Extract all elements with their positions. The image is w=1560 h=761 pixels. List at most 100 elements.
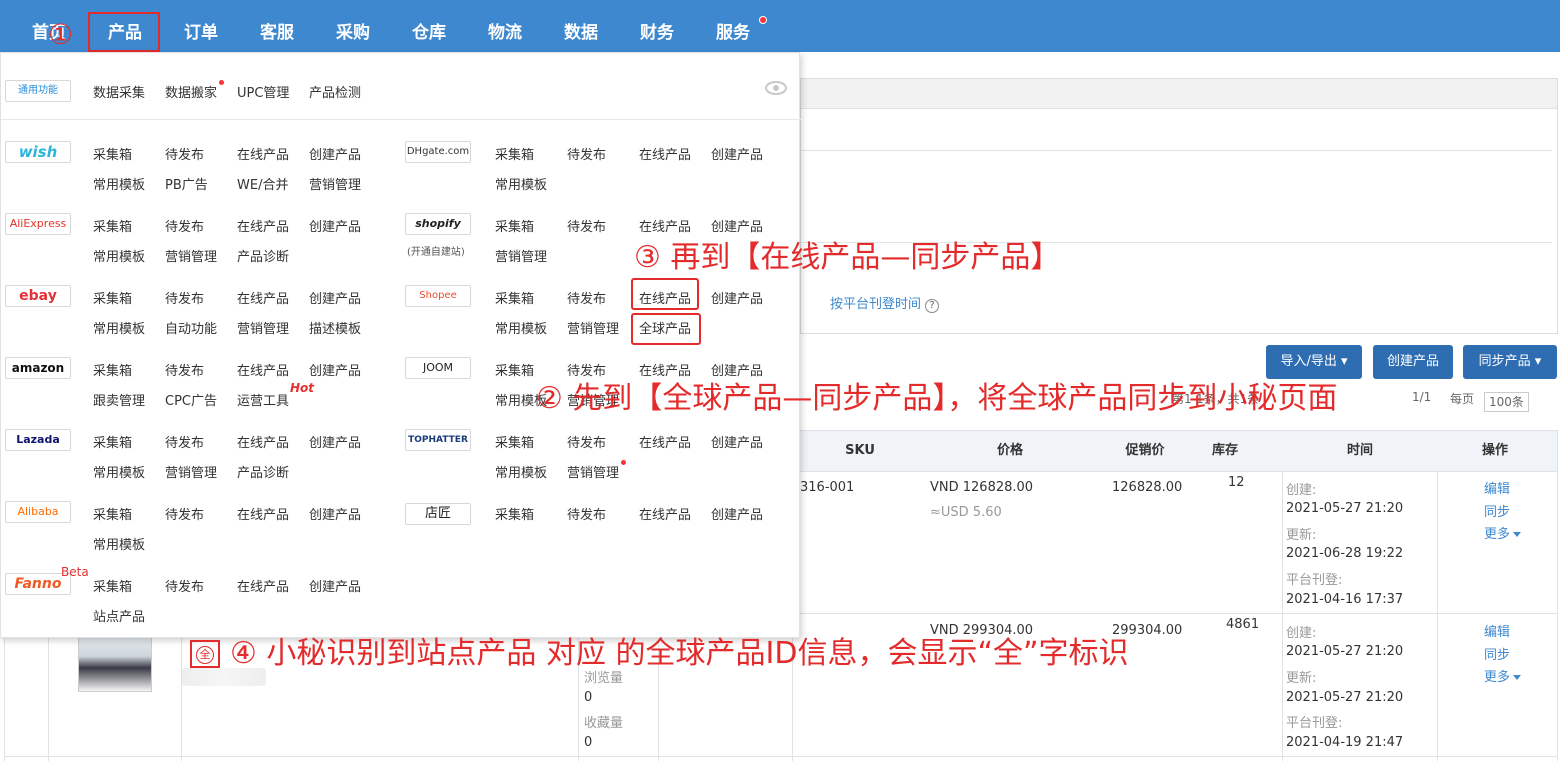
ebay-templates[interactable]: 常用模板 bbox=[93, 318, 145, 337]
amazon-follow-sell[interactable]: 跟卖管理 bbox=[93, 390, 145, 409]
fanno-create[interactable]: 创建产品 bbox=[309, 576, 361, 595]
shopify-marketing[interactable]: 营销管理 bbox=[495, 246, 547, 265]
nav-warehouse[interactable]: 仓库 bbox=[394, 0, 464, 52]
dianjiang-collect[interactable]: 采集箱 bbox=[495, 504, 534, 523]
lazada-online[interactable]: 在线产品 bbox=[237, 432, 289, 451]
lazada-templates[interactable]: 常用模板 bbox=[93, 462, 145, 481]
nav-data[interactable]: 数据 bbox=[546, 0, 616, 52]
fanno-pending[interactable]: 待发布 bbox=[165, 576, 204, 595]
dianjiang-pending[interactable]: 待发布 bbox=[567, 504, 606, 523]
filter-publish-time-link[interactable]: 按平台刊登时间? bbox=[830, 293, 940, 313]
fanno-site-products[interactable]: 站点产品 bbox=[93, 606, 145, 625]
amazon-collect[interactable]: 采集箱 bbox=[93, 360, 132, 379]
create-product-button[interactable]: 创建产品 bbox=[1373, 345, 1453, 379]
row2-more-link[interactable]: 更多 bbox=[1484, 666, 1522, 685]
import-export-label: 导入/导出 bbox=[1280, 354, 1337, 369]
nav-service[interactable]: 客服 bbox=[242, 0, 312, 52]
row1-edit-link[interactable]: 编辑 bbox=[1484, 478, 1510, 497]
fanno-collect[interactable]: 采集箱 bbox=[93, 576, 132, 595]
row2-sync-link[interactable]: 同步 bbox=[1484, 644, 1510, 663]
dianjiang-create[interactable]: 创建产品 bbox=[711, 504, 763, 523]
dhgate-online[interactable]: 在线产品 bbox=[639, 144, 691, 163]
sync-product-button[interactable]: 同步产品 ▾ bbox=[1463, 345, 1557, 379]
lazada-collect[interactable]: 采集箱 bbox=[93, 432, 132, 451]
ebay-description-templates[interactable]: 描述模板 bbox=[309, 318, 361, 337]
ebay-marketing[interactable]: 营销管理 bbox=[237, 318, 289, 337]
lazada-pending[interactable]: 待发布 bbox=[165, 432, 204, 451]
dhgate-collect[interactable]: 采集箱 bbox=[495, 144, 534, 163]
tophatter-pending[interactable]: 待发布 bbox=[567, 432, 606, 451]
nav-logistics[interactable]: 物流 bbox=[470, 0, 540, 52]
shopify-pending[interactable]: 待发布 bbox=[567, 216, 606, 235]
row1-more-link[interactable]: 更多 bbox=[1484, 523, 1522, 542]
wish-online[interactable]: 在线产品 bbox=[237, 144, 289, 163]
ebay-collect[interactable]: 采集箱 bbox=[93, 288, 132, 307]
wish-create[interactable]: 创建产品 bbox=[309, 144, 361, 163]
wish-pending[interactable]: 待发布 bbox=[165, 144, 204, 163]
dianjiang-online[interactable]: 在线产品 bbox=[639, 504, 691, 523]
menu-upc[interactable]: UPC管理 bbox=[237, 82, 289, 101]
amazon-pending[interactable]: 待发布 bbox=[165, 360, 204, 379]
ebay-online[interactable]: 在线产品 bbox=[237, 288, 289, 307]
lazada-marketing[interactable]: 营销管理 bbox=[165, 462, 217, 481]
wish-templates[interactable]: 常用模板 bbox=[93, 174, 145, 193]
alibaba-pending[interactable]: 待发布 bbox=[165, 504, 204, 523]
shopee-pending[interactable]: 待发布 bbox=[567, 288, 606, 307]
amazon-online[interactable]: 在线产品 bbox=[237, 360, 289, 379]
aliexpress-collect[interactable]: 采集箱 bbox=[93, 216, 132, 235]
lazada-diagnosis[interactable]: 产品诊断 bbox=[237, 462, 289, 481]
amazon-create[interactable]: 创建产品 bbox=[309, 360, 361, 379]
fanno-online[interactable]: 在线产品 bbox=[237, 576, 289, 595]
aliexpress-create[interactable]: 创建产品 bbox=[309, 216, 361, 235]
nav-orders[interactable]: 订单 bbox=[166, 0, 236, 52]
nav-services[interactable]: 服务 bbox=[698, 0, 768, 52]
dhgate-templates[interactable]: 常用模板 bbox=[495, 174, 547, 193]
eye-icon[interactable] bbox=[765, 81, 787, 95]
tophatter-templates[interactable]: 常用模板 bbox=[495, 462, 547, 481]
aliexpress-diagnosis[interactable]: 产品诊断 bbox=[237, 246, 289, 265]
shopee-collect[interactable]: 采集箱 bbox=[495, 288, 534, 307]
row1-published: 2021-04-16 17:37 bbox=[1286, 592, 1404, 607]
tophatter-collect[interactable]: 采集箱 bbox=[495, 432, 534, 451]
wish-collect[interactable]: 采集箱 bbox=[93, 144, 132, 163]
tophatter-online[interactable]: 在线产品 bbox=[639, 432, 691, 451]
aliexpress-pending[interactable]: 待发布 bbox=[165, 216, 204, 235]
lazada-create[interactable]: 创建产品 bbox=[309, 432, 361, 451]
alibaba-collect[interactable]: 采集箱 bbox=[93, 504, 132, 523]
tophatter-marketing[interactable]: 营销管理 bbox=[567, 462, 619, 481]
alibaba-templates[interactable]: 常用模板 bbox=[93, 534, 145, 553]
dhgate-pending[interactable]: 待发布 bbox=[567, 144, 606, 163]
ebay-pending[interactable]: 待发布 bbox=[165, 288, 204, 307]
product-thumbnail[interactable] bbox=[78, 632, 152, 692]
amazon-ops-tools[interactable]: 运营工具 bbox=[237, 390, 289, 409]
joom-collect[interactable]: 采集箱 bbox=[495, 360, 534, 379]
row1-sync-link[interactable]: 同步 bbox=[1484, 501, 1510, 520]
aliexpress-templates[interactable]: 常用模板 bbox=[93, 246, 145, 265]
nav-purchase[interactable]: 采购 bbox=[318, 0, 388, 52]
wish-we-merge[interactable]: WE/合并 bbox=[237, 174, 288, 193]
tophatter-create[interactable]: 创建产品 bbox=[711, 432, 763, 451]
nav-finance[interactable]: 财务 bbox=[622, 0, 692, 52]
help-icon[interactable]: ? bbox=[925, 299, 940, 313]
ebay-create[interactable]: 创建产品 bbox=[309, 288, 361, 307]
aliexpress-online[interactable]: 在线产品 bbox=[237, 216, 289, 235]
shopify-collect[interactable]: 采集箱 bbox=[495, 216, 534, 235]
per-page-select[interactable]: 100条 bbox=[1484, 392, 1529, 412]
wish-pb-ads[interactable]: PB广告 bbox=[165, 174, 208, 193]
menu-data-move[interactable]: 数据搬家 bbox=[165, 82, 217, 101]
shopee-templates[interactable]: 常用模板 bbox=[495, 318, 547, 337]
ebay-auto[interactable]: 自动功能 bbox=[165, 318, 217, 337]
amazon-cpc-ads[interactable]: CPC广告 bbox=[165, 390, 217, 409]
hot-badge: Hot bbox=[290, 381, 315, 395]
aliexpress-marketing[interactable]: 营销管理 bbox=[165, 246, 217, 265]
row2-edit-link[interactable]: 编辑 bbox=[1484, 621, 1510, 640]
wish-marketing[interactable]: 营销管理 bbox=[309, 174, 361, 193]
shopee-marketing[interactable]: 营销管理 bbox=[567, 318, 619, 337]
dhgate-create[interactable]: 创建产品 bbox=[711, 144, 763, 163]
chevron-down-icon bbox=[1513, 675, 1522, 680]
alibaba-create[interactable]: 创建产品 bbox=[309, 504, 361, 523]
alibaba-online[interactable]: 在线产品 bbox=[237, 504, 289, 523]
menu-product-check[interactable]: 产品检测 bbox=[309, 82, 361, 101]
shopee-create[interactable]: 创建产品 bbox=[711, 288, 763, 307]
menu-data-collect[interactable]: 数据采集 bbox=[93, 82, 145, 101]
